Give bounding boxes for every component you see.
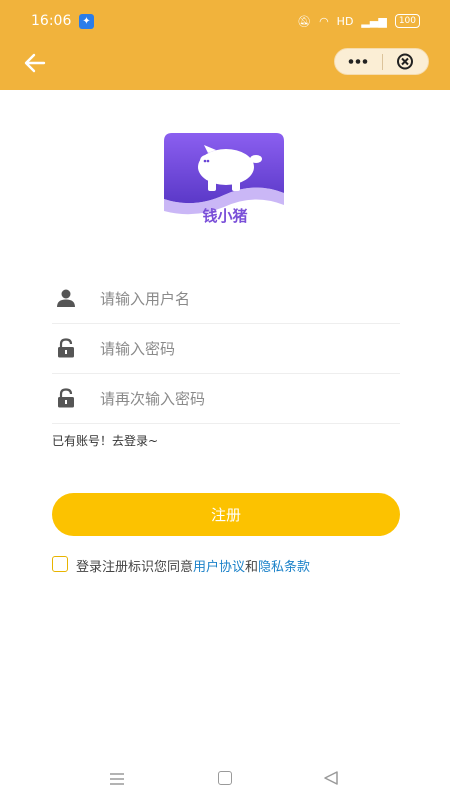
home-icon[interactable] [218,771,232,785]
app-name: 钱小猪 [202,207,248,225]
app-notification-icon: ✦ [79,14,94,29]
battery-icon: 100 [394,14,420,28]
agreement-checkbox[interactable] [52,556,68,572]
arrow-left-icon[interactable] [22,50,48,76]
wifi-icon: ◠ [319,14,329,28]
go-login-link[interactable]: 已有账号！去登录~ [52,432,158,449]
mini-program-capsule [334,48,429,75]
network-label: HD [336,14,354,28]
status-time: 16:06 [31,13,72,29]
lock-icon [58,388,74,408]
username-field [52,274,400,324]
menu-icon[interactable] [109,772,125,786]
top-bar: 16:06 ✦ 🔕︎ ◠ HD ▂▄▆ 100 [0,0,450,90]
close-circle-icon[interactable] [383,49,429,74]
more-dots-icon[interactable] [335,49,382,74]
lock-icon [58,338,74,358]
terms-link[interactable]: 用户协议 [193,560,245,575]
mute-icon: 🔕︎ [297,14,312,28]
agreement-and: 和 [245,560,259,575]
nav-back-icon[interactable] [323,770,339,786]
user-icon [57,289,75,307]
password-input[interactable] [98,334,392,364]
system-icons: 🔕︎ ◠ HD ▂▄▆ 100 [297,14,420,28]
system-nav-bar [0,760,450,800]
password-field [52,324,400,374]
privacy-link[interactable]: 隐私条款 [258,560,310,575]
agreement-row: 登录注册标识您同意用户协议和隐私条款 [52,556,432,576]
signal-icon: ▂▄▆ [361,14,387,28]
password-confirm-input[interactable] [98,384,392,414]
username-input[interactable] [98,284,392,314]
agreement-label: 登录注册标识您同意 [76,560,194,575]
status-bar: 16:06 ✦ 🔕︎ ◠ HD ▂▄▆ 100 [0,0,450,42]
password-confirm-field [52,374,400,424]
register-button[interactable]: 注册 [52,493,400,536]
agreement-text: 登录注册标识您同意用户协议和隐私条款 [76,556,310,575]
